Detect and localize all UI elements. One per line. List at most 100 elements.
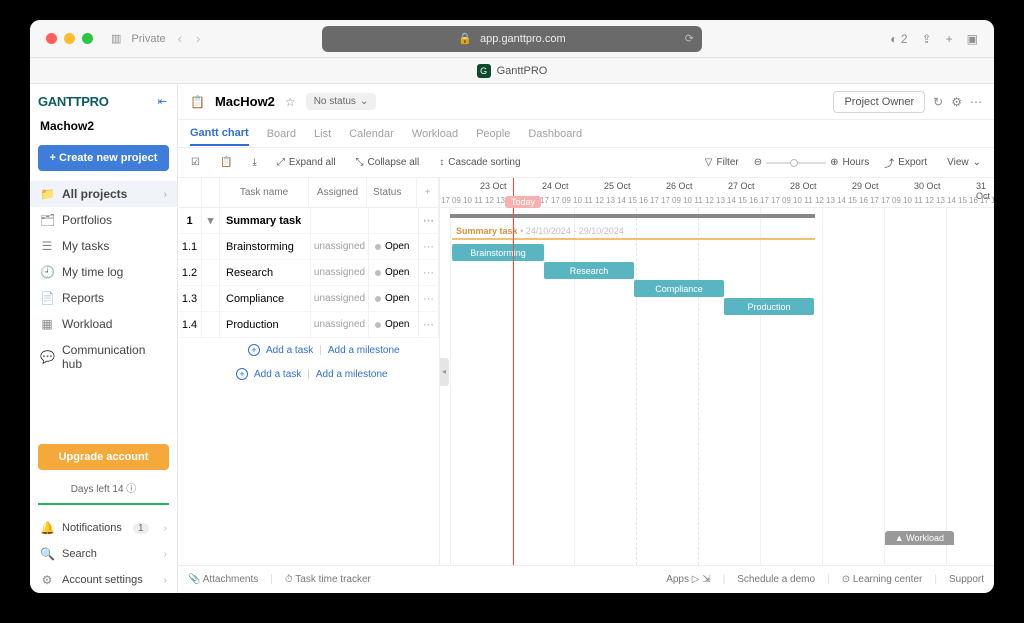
project-header: 📋 MacHow2 ☆ No status⌄ Project Owner ↻ ⚙…: [178, 84, 994, 120]
favorite-star-icon[interactable]: ☆: [285, 95, 296, 109]
workspace-name: Machow2: [30, 115, 177, 139]
zoom-slider[interactable]: ⊖ ⊕ Hours: [754, 157, 869, 168]
task-row[interactable]: 1.1 Brainstorming unassigned Open ⋯: [178, 234, 439, 260]
sidebar-item-account[interactable]: ⚙ Account settings ›: [30, 567, 177, 593]
collapse-toggle-icon[interactable]: ▾: [202, 208, 220, 233]
day-label: 28 Oct: [790, 181, 817, 191]
chevron-right-icon: ›: [164, 575, 167, 586]
schedule-demo-link[interactable]: Schedule a demo: [737, 574, 815, 585]
shield-icon[interactable]: ◐ 2: [890, 32, 907, 46]
reload-icon[interactable]: ⟳: [685, 32, 694, 45]
forward-icon[interactable]: ›: [196, 31, 200, 46]
row-menu-icon[interactable]: ⋯: [419, 208, 439, 233]
sidebar-item-portfolios[interactable]: 🗂 Portfolios: [30, 207, 177, 233]
gear-icon: ⚙: [40, 573, 54, 587]
sidebar-toggle-icon[interactable]: ▥: [111, 32, 121, 45]
report-icon: 📄: [40, 291, 54, 305]
collapse-sidebar-icon[interactable]: ⇤: [158, 95, 167, 108]
main-panel: 📋 MacHow2 ☆ No status⌄ Project Owner ↻ ⚙…: [178, 84, 994, 593]
task-bar-research[interactable]: Research: [544, 262, 634, 279]
indent-icon[interactable]: ⤓: [247, 154, 261, 171]
url-bar[interactable]: 🔒 app.ganttpro.com ⟳: [322, 26, 702, 52]
export-button[interactable]: ⤴ Export: [879, 152, 932, 173]
gantt-content: Task name Assigned Status + 1 ▾ Summary …: [178, 178, 994, 565]
sidebar-item-time-log[interactable]: 🕘 My time log: [30, 259, 177, 285]
create-project-button[interactable]: + Create new project: [38, 145, 169, 171]
copy-icon[interactable]: 📋: [215, 154, 237, 171]
chevron-right-icon: ›: [164, 549, 167, 560]
sidebar-item-communication[interactable]: 💬 Communication hub: [30, 337, 177, 377]
upgrade-button[interactable]: Upgrade account: [38, 444, 169, 470]
app: GANTTPRO ⇤ Machow2 + Create new project …: [30, 84, 994, 593]
learning-center-link[interactable]: ⊙ Learning center: [842, 574, 923, 585]
time-tracker-button[interactable]: ⏱ Task time tracker: [285, 574, 371, 585]
view-dropdown[interactable]: View ⌄: [942, 154, 986, 171]
task-bar-production[interactable]: Production: [724, 298, 814, 315]
history-icon[interactable]: ↻: [933, 95, 943, 109]
private-label: Private: [131, 33, 165, 45]
chevron-right-icon: ›: [164, 523, 167, 534]
summary-task-row[interactable]: 1 ▾ Summary task ⋯: [178, 208, 439, 234]
minimize-window-icon[interactable]: [64, 33, 75, 44]
window-controls[interactable]: [46, 33, 93, 44]
add-task-row[interactable]: + Add a task | Add a milestone: [178, 362, 439, 386]
notification-badge: 1: [133, 523, 149, 534]
col-assigned: Assigned: [309, 178, 367, 207]
tab-board[interactable]: Board: [267, 128, 296, 140]
summary-bar[interactable]: [450, 214, 815, 218]
col-task-name: Task name: [220, 178, 309, 207]
tab-list[interactable]: List: [314, 128, 331, 140]
info-icon[interactable]: ⓘ: [126, 484, 136, 495]
attachments-button[interactable]: 📎 Attachments: [188, 574, 258, 585]
task-bar-brainstorming[interactable]: Brainstorming: [452, 244, 544, 261]
status-dropdown[interactable]: No status⌄: [306, 93, 377, 110]
favicon-icon: G: [477, 64, 491, 78]
apps-button[interactable]: Apps ▷ ⇲: [666, 574, 710, 585]
sidebar-item-notifications[interactable]: 🔔 Notifications 1 ›: [30, 515, 177, 541]
share-icon[interactable]: ⇪: [922, 32, 932, 46]
tab-gantt[interactable]: Gantt chart: [190, 127, 249, 146]
day-label: 25 Oct: [604, 181, 631, 191]
task-row[interactable]: 1.4 Production unassigned Open ⋯: [178, 312, 439, 338]
task-row[interactable]: 1.3 Compliance unassigned Open ⋯: [178, 286, 439, 312]
cascade-sort-button[interactable]: ↕ Cascade sorting: [434, 154, 525, 171]
sidebar-item-search[interactable]: 🔍 Search ›: [30, 541, 177, 567]
filter-button[interactable]: ▽ Filter: [700, 154, 744, 171]
project-owner-button[interactable]: Project Owner: [833, 91, 925, 113]
settings-icon[interactable]: ⚙: [951, 95, 962, 109]
select-mode-icon[interactable]: ☑: [186, 154, 205, 171]
browser-tab[interactable]: G GanttPRO: [30, 58, 994, 84]
row-menu-icon[interactable]: ⋯: [419, 286, 439, 311]
sidebar-item-reports[interactable]: 📄 Reports: [30, 285, 177, 311]
close-window-icon[interactable]: [46, 33, 57, 44]
sidebar-item-workload[interactable]: ▦ Workload: [30, 311, 177, 337]
tab-people[interactable]: People: [476, 128, 510, 140]
workload-panel-toggle[interactable]: ▲ Workload: [885, 531, 954, 545]
support-link[interactable]: Support: [949, 574, 984, 585]
row-menu-icon[interactable]: ⋯: [419, 260, 439, 285]
day-label: 30 Oct: [914, 181, 941, 191]
new-tab-icon[interactable]: +: [946, 32, 953, 46]
row-menu-icon[interactable]: ⋯: [419, 234, 439, 259]
back-icon[interactable]: ‹: [178, 31, 182, 46]
collapse-all-button[interactable]: ⤡ Collapse all: [351, 154, 425, 171]
tab-dashboard[interactable]: Dashboard: [528, 128, 582, 140]
gantt-timeline[interactable]: 23 Oct24 Oct25 Oct26 Oct27 Oct28 Oct29 O…: [440, 178, 994, 565]
tabs-overview-icon[interactable]: ▣: [967, 32, 978, 46]
split-handle-icon[interactable]: ◂: [440, 358, 449, 386]
expand-all-button[interactable]: ⤢ Expand all: [272, 154, 341, 171]
more-icon[interactable]: ⋯: [970, 95, 982, 109]
maximize-window-icon[interactable]: [82, 33, 93, 44]
tab-workload[interactable]: Workload: [412, 128, 458, 140]
task-row[interactable]: 1.2 Research unassigned Open ⋯: [178, 260, 439, 286]
add-column-icon[interactable]: +: [417, 178, 439, 207]
footer: 📎 Attachments | ⏱ Task time tracker Apps…: [178, 565, 994, 593]
row-menu-icon[interactable]: ⋯: [419, 312, 439, 337]
sidebar-item-my-tasks[interactable]: ☰ My tasks: [30, 233, 177, 259]
task-list: Task name Assigned Status + 1 ▾ Summary …: [178, 178, 440, 565]
task-bar-compliance[interactable]: Compliance: [634, 280, 724, 297]
add-subtask-row[interactable]: + Add a task | Add a milestone: [178, 338, 439, 362]
view-tabs: Gantt chart Board List Calendar Workload…: [178, 120, 994, 148]
tab-calendar[interactable]: Calendar: [349, 128, 394, 140]
sidebar-item-all-projects[interactable]: 📁 All projects ›: [30, 181, 177, 207]
